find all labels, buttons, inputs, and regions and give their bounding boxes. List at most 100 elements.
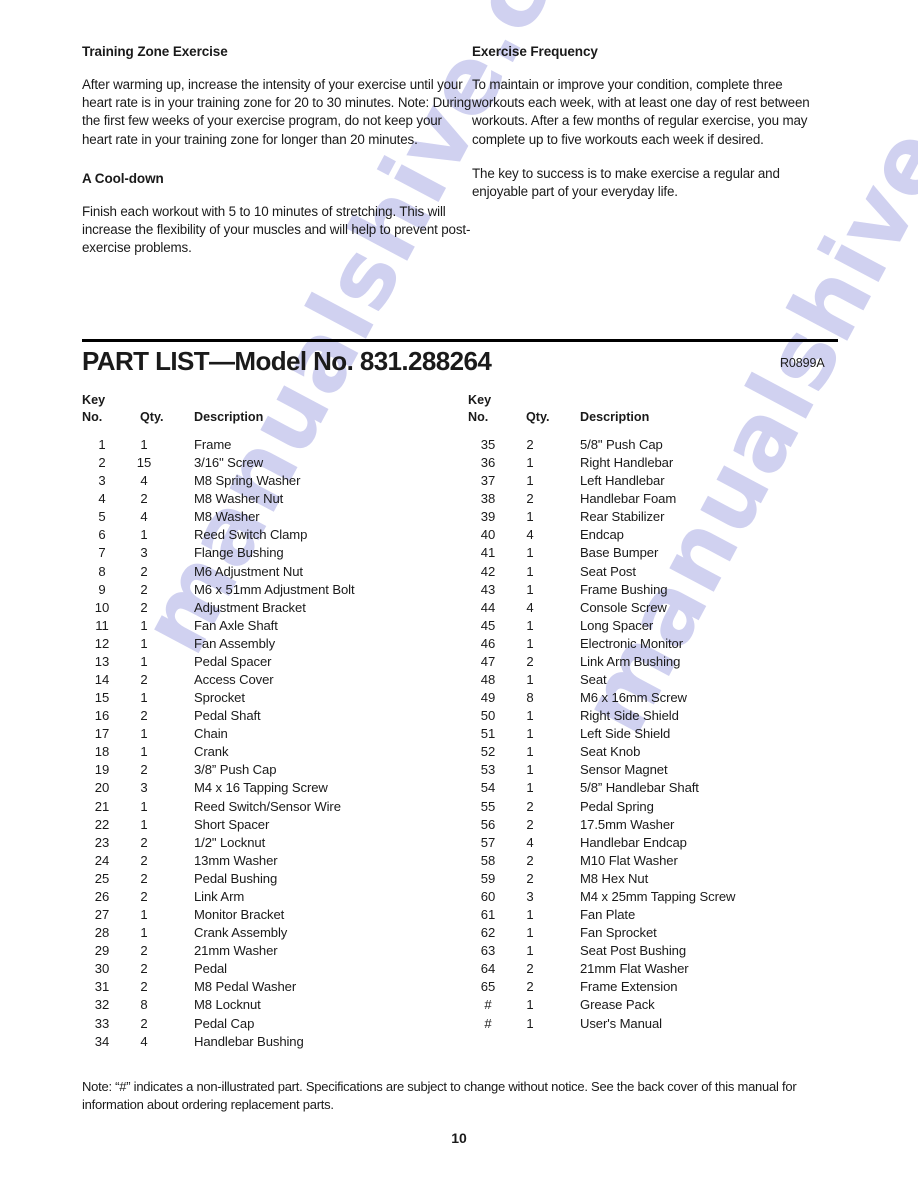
cell-description: Pedal Bushing — [194, 870, 278, 886]
cell-qty: 2 — [140, 491, 148, 507]
cell-description: M4 x 25mm Tapping Screw — [580, 888, 736, 904]
cell-key-no: 28 — [94, 925, 110, 941]
cell-qty: 2 — [140, 581, 148, 597]
cell-description: Reed Switch Clamp — [194, 527, 308, 543]
cell-key-no: 64 — [480, 961, 496, 977]
cell-description: M6 Adjustment Nut — [194, 563, 303, 579]
cell-qty: 1 — [526, 581, 534, 597]
cell-description: M8 Pedal Washer — [194, 979, 297, 995]
section-divider-rule — [82, 339, 838, 342]
cell-qty: 1 — [526, 509, 534, 525]
cell-key-no: 50 — [480, 708, 496, 724]
cool-down-paragraph: Finish each workout with 5 to 10 minutes… — [82, 203, 471, 256]
cell-description: Sprocket — [194, 690, 245, 706]
cell-qty: 2 — [526, 437, 534, 452]
training-zone-heading: Training Zone Exercise — [82, 44, 228, 59]
cell-description: Frame — [194, 437, 232, 452]
cell-key-no: 16 — [94, 708, 110, 724]
cell-key-no: 54 — [480, 780, 496, 796]
cell-key-no: 2 — [98, 455, 106, 471]
cell-description: Short Spacer — [194, 816, 270, 832]
cell-description: Sensor Magnet — [580, 762, 668, 778]
cell-qty: 1 — [526, 455, 534, 471]
cell-description: Frame Extension — [580, 979, 678, 995]
cell-qty: 15 — [136, 455, 152, 471]
cell-description: Crank Assembly — [194, 925, 288, 941]
cell-qty: 2 — [140, 961, 148, 977]
cell-qty: 4 — [140, 509, 148, 525]
cell-qty: 4 — [526, 834, 534, 850]
cell-qty: 2 — [140, 1015, 148, 1031]
cell-description: M8 Washer Nut — [194, 491, 284, 507]
header-qty: Qty. — [526, 410, 550, 424]
cell-key-no: 33 — [94, 1015, 110, 1031]
cell-key-no: 22 — [94, 816, 110, 832]
cell-description: M10 Flat Washer — [580, 852, 678, 868]
cell-key-no: 49 — [480, 690, 496, 706]
cell-description: 3/16" Screw — [194, 455, 264, 471]
cell-description: Pedal — [194, 961, 227, 977]
cell-key-no: 9 — [98, 581, 106, 597]
cell-description: M8 Washer — [194, 509, 260, 525]
cell-description: Pedal Spring — [580, 798, 654, 814]
header-key-no: Key No. — [82, 392, 126, 426]
cell-description: M6 x 16mm Screw — [580, 690, 687, 706]
intro-columns: Training Zone Exercise After warming up,… — [82, 44, 838, 257]
cool-down-heading: A Cool-down — [82, 170, 164, 186]
cell-qty: 2 — [140, 870, 148, 886]
cell-description: Seat Post — [580, 563, 636, 579]
cell-key-no: 36 — [480, 455, 496, 471]
cell-qty: 2 — [140, 834, 148, 850]
cell-key-no: 57 — [480, 834, 496, 850]
cell-key-no: 37 — [480, 473, 496, 489]
cell-qty: 1 — [526, 780, 534, 796]
exercise-frequency-heading: Exercise Frequency — [472, 44, 598, 59]
cell-key-no: 27 — [94, 907, 110, 923]
cell-key-no: 32 — [94, 997, 110, 1013]
cell-key-no: # — [484, 1015, 492, 1031]
cell-key-no: 34 — [94, 1033, 110, 1049]
cell-description: 5/8” Handlebar Shaft — [580, 780, 699, 796]
cell-description: Chain — [194, 726, 228, 742]
cell-qty: 1 — [140, 798, 148, 814]
cell-description: Fan Assembly — [194, 635, 276, 651]
cell-key-no: 45 — [480, 617, 496, 633]
page-number: 10 — [451, 1130, 467, 1146]
cell-key-no: 19 — [94, 762, 110, 778]
cell-qty: 1 — [526, 473, 534, 489]
cell-qty: 1 — [526, 907, 534, 923]
header-qty: Qty. — [140, 410, 164, 424]
cell-key-no: 31 — [94, 979, 110, 995]
cell-key-no: 62 — [480, 925, 496, 941]
cell-qty: 1 — [140, 437, 148, 452]
cell-description: Pedal Spacer — [194, 653, 272, 669]
cell-key-no: 29 — [94, 943, 110, 959]
cell-key-no: 1 — [98, 437, 106, 452]
cell-description: 1/2" Locknut — [194, 834, 266, 850]
cell-description: Pedal Cap — [194, 1015, 255, 1031]
cell-qty: 1 — [526, 635, 534, 651]
header-key-line1: Key — [468, 393, 492, 407]
cell-qty: 1 — [140, 527, 148, 543]
header-key-no: Key No. — [468, 392, 512, 426]
cell-qty: 4 — [140, 1033, 148, 1049]
cell-description: M4 x 16 Tapping Screw — [194, 780, 328, 796]
cell-qty: 2 — [526, 653, 534, 669]
cell-description: Link Arm Bushing — [580, 653, 681, 669]
cell-qty: 2 — [140, 888, 148, 904]
cell-key-no: 7 — [98, 545, 106, 561]
cell-qty: 2 — [526, 852, 534, 868]
cell-description: Access Cover — [194, 672, 274, 688]
cell-description: Left Side Shield — [580, 726, 671, 742]
cell-description: Fan Sprocket — [580, 925, 657, 941]
cell-qty: 1 — [526, 672, 534, 688]
cell-description: 3/8” Push Cap — [194, 762, 277, 778]
cell-key-no: 40 — [480, 527, 496, 543]
cell-description: 21mm Washer — [194, 943, 278, 959]
cell-description: M6 x 51mm Adjustment Bolt — [194, 581, 355, 597]
cell-qty: 2 — [140, 943, 148, 959]
cell-key-no: 60 — [480, 888, 496, 904]
revision-code: R0899A — [780, 356, 825, 370]
cell-qty: 2 — [526, 961, 534, 977]
cell-description: Frame Bushing — [580, 581, 668, 597]
